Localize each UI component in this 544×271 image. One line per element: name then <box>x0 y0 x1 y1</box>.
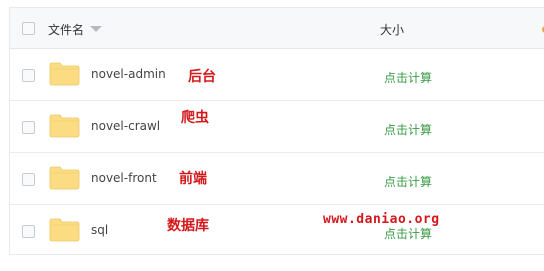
annotation-label: 后台 <box>188 69 216 85</box>
file-name-link[interactable]: novel-front <box>91 171 157 185</box>
file-name-link[interactable]: novel-crawl <box>91 119 160 133</box>
calculate-size-link[interactable]: 点击计算 <box>384 121 432 138</box>
column-header-size[interactable]: 大小 <box>380 21 404 38</box>
row-checkbox[interactable] <box>22 69 35 82</box>
annotation-label: 爬虫 <box>181 110 209 126</box>
calculate-size-link[interactable]: 点击计算 <box>384 69 432 86</box>
table-row[interactable]: novel-front 点击计算 <box>10 153 544 205</box>
file-list: 文件名 大小 novel-admin 点击计算 novel-crawl 点击计算… <box>9 7 544 255</box>
folder-icon[interactable] <box>49 113 80 138</box>
table-row[interactable]: novel-crawl 点击计算 <box>10 101 544 153</box>
file-name-link[interactable]: novel-admin <box>91 67 166 81</box>
table-row[interactable]: novel-admin 点击计算 <box>10 49 544 101</box>
sort-caret-icon[interactable] <box>90 26 102 32</box>
file-name-link[interactable]: sql <box>91 223 108 237</box>
annotation-label: 前端 <box>179 171 207 187</box>
annotation-label: 数据库 <box>167 218 209 234</box>
column-header-name[interactable]: 文件名 <box>48 21 84 38</box>
folder-icon[interactable] <box>49 61 80 86</box>
folder-icon[interactable] <box>49 217 80 242</box>
calculate-size-link[interactable]: 点击计算 <box>384 173 432 190</box>
file-list-header: 文件名 大小 <box>10 8 544 49</box>
row-checkbox[interactable] <box>22 173 35 186</box>
calculate-size-link[interactable]: 点击计算 <box>384 225 432 242</box>
row-checkbox[interactable] <box>22 225 35 238</box>
select-all-checkbox[interactable] <box>22 22 35 35</box>
table-row[interactable]: sql 点击计算 <box>10 205 544 254</box>
folder-icon[interactable] <box>49 165 80 190</box>
row-checkbox[interactable] <box>22 121 35 134</box>
